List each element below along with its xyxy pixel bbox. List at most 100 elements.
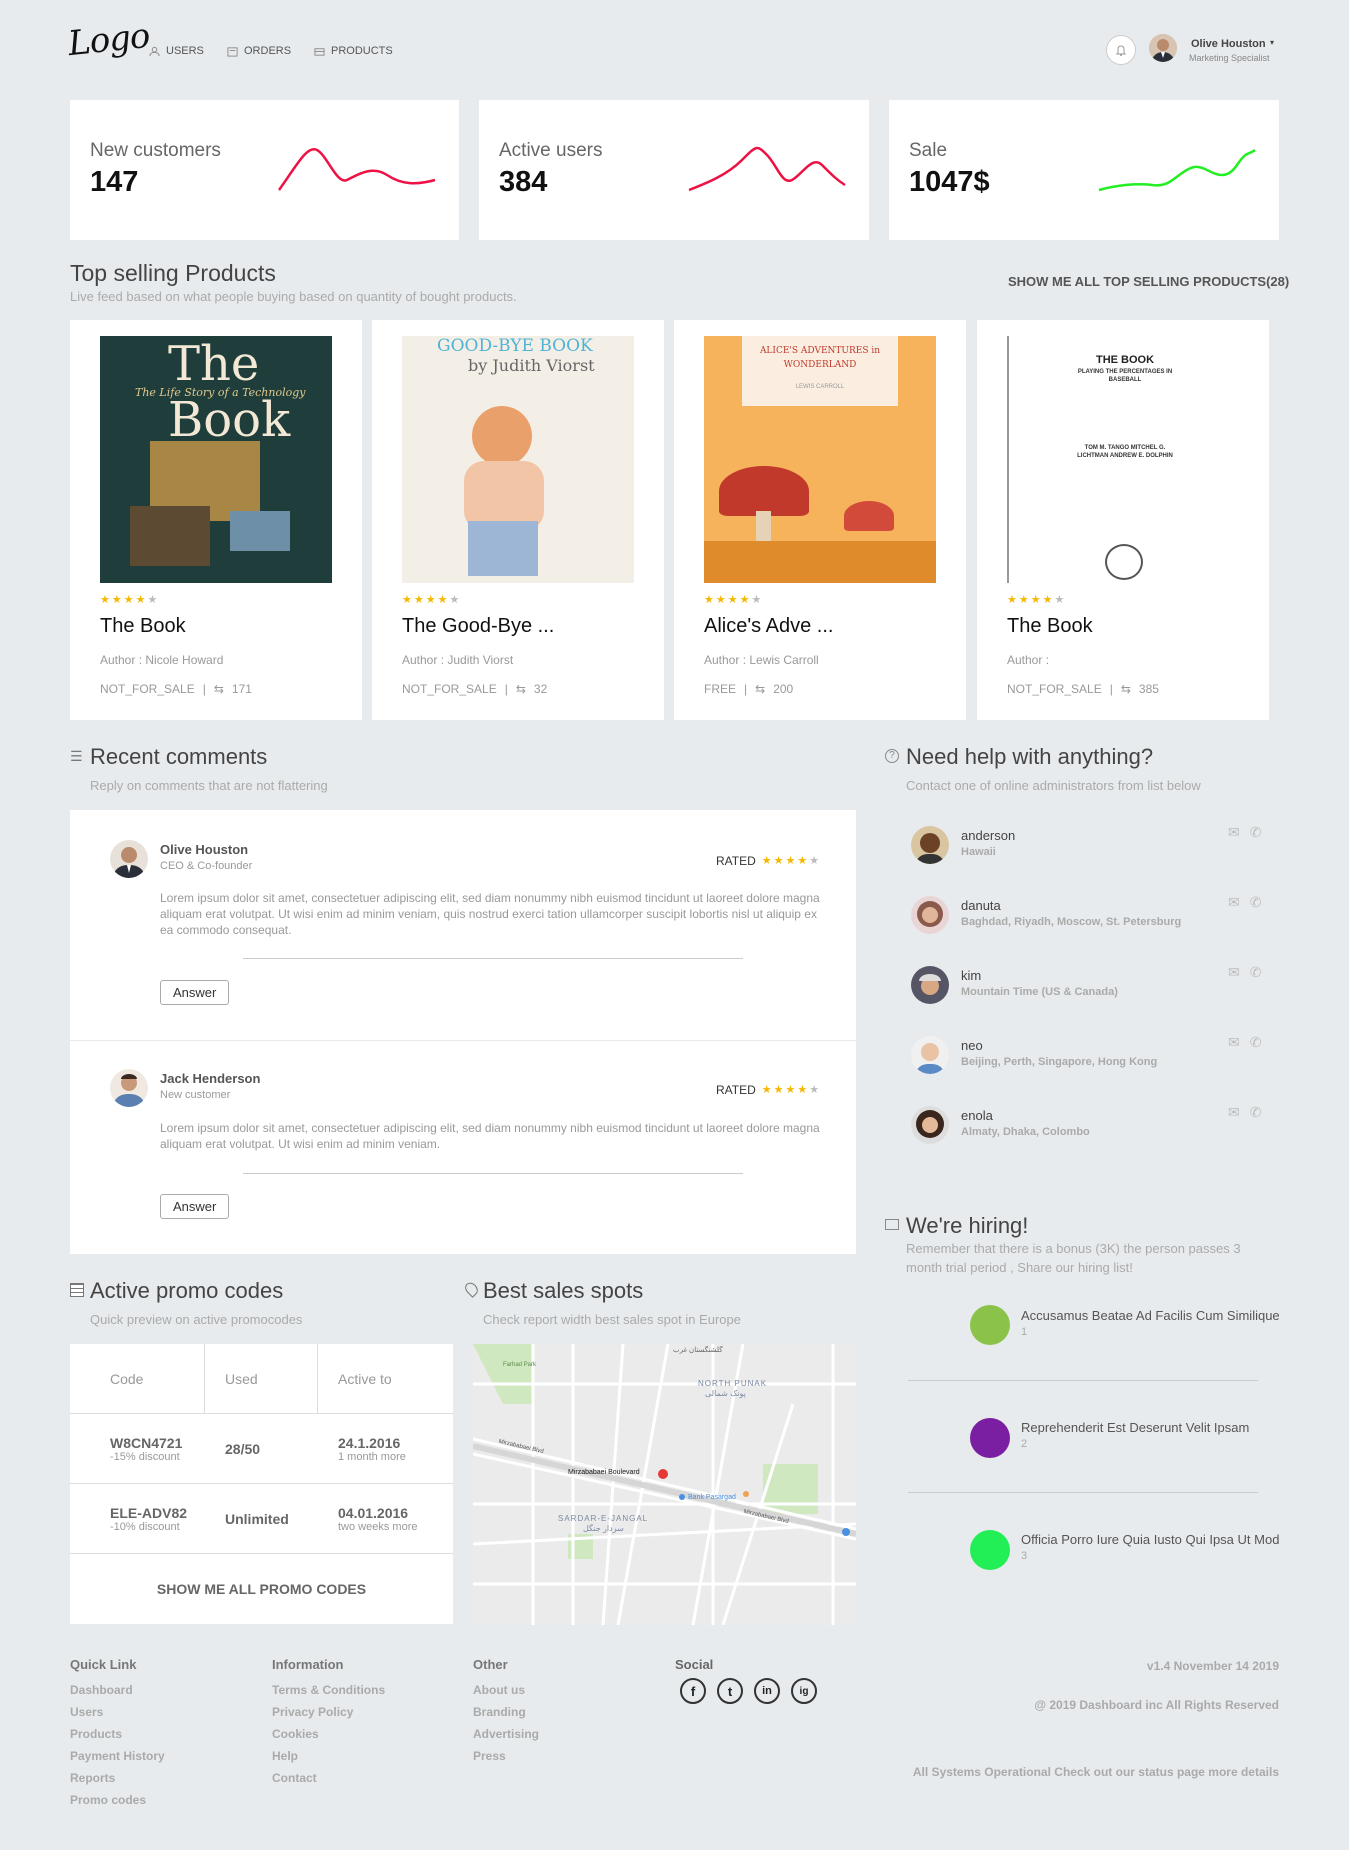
job-title[interactable]: Officia Porro Iure Quia Iusto Qui Ipsa U…	[1021, 1532, 1279, 1547]
product-cover: THE BOOK PLAYING THE PERCENTAGES IN BASE…	[1007, 336, 1239, 583]
show-all-promo-link[interactable]: SHOW ME ALL PROMO CODES	[70, 1554, 453, 1624]
footer-link[interactable]: Dashboard	[70, 1683, 133, 1697]
show-all-products-link[interactable]: SHOW ME ALL TOP SELLING PRODUCTS(28)	[1008, 274, 1289, 289]
rating-stars: ★★★★★	[761, 855, 822, 867]
footer-link[interactable]: Press	[473, 1749, 506, 1763]
column-header: Code	[70, 1344, 205, 1413]
footer-link[interactable]: Terms & Conditions	[272, 1683, 385, 1697]
map-park-label: Farhad Park	[503, 1362, 537, 1368]
table-row[interactable]: ELE-ADV82 -10% discount Unlimited 04.01.2…	[70, 1484, 453, 1554]
product-card[interactable]: THE BOOK PLAYING THE PERCENTAGES IN BASE…	[977, 320, 1269, 720]
nav-orders[interactable]: ORDERS	[227, 45, 291, 57]
promo-discount: -10% discount	[110, 1520, 180, 1533]
cover-art	[844, 501, 894, 531]
stat-label: New customers	[90, 140, 221, 161]
footer-link[interactable]: Products	[70, 1727, 122, 1741]
footer-link[interactable]: Advertising	[473, 1727, 539, 1741]
table-row[interactable]: W8CN4721 -15% discount 28/50 24.1.2016 1 m…	[70, 1414, 453, 1484]
job-title[interactable]: Reprehenderit Est Deserunt Velit Ipsam	[1021, 1420, 1279, 1435]
phone-icon[interactable]: ✆	[1250, 1034, 1262, 1051]
notifications-button[interactable]	[1106, 35, 1136, 65]
rating-stars: ★★★★★	[761, 1084, 822, 1096]
user-avatar[interactable]	[1149, 34, 1177, 62]
mail-icon[interactable]: ✉	[1228, 824, 1240, 841]
comment-text: Lorem ipsum dolor sit amet, consectetuer…	[160, 1121, 820, 1151]
admin-name[interactable]: danuta	[961, 898, 1001, 913]
product-cover: The Book The Life Story of a Technology	[100, 336, 332, 583]
cover-subtitle: The Life Story of a Technology	[135, 386, 306, 399]
avatar[interactable]	[911, 1036, 949, 1074]
avatar[interactable]	[911, 966, 949, 1004]
linkedin-icon[interactable]: in	[754, 1678, 780, 1704]
mail-icon[interactable]: ✉	[1228, 1104, 1240, 1121]
footer-link[interactable]: Promo codes	[70, 1793, 146, 1807]
product-card[interactable]: The Book The Life Story of a Technology …	[70, 320, 362, 720]
sales-icon: ⇆	[755, 682, 766, 696]
top-products-title: Top selling Products	[70, 260, 276, 286]
product-card[interactable]: ALICE'S ADVENTURES in WONDERLAND LEWIS C…	[674, 320, 966, 720]
product-author: Author :	[1007, 653, 1050, 667]
chevron-down-icon[interactable]: ▾	[1270, 38, 1274, 47]
facebook-icon[interactable]: f	[680, 1678, 706, 1704]
comments-title: Recent comments	[90, 744, 268, 769]
avatar[interactable]	[911, 1106, 949, 1144]
product-card[interactable]: GOOD-BYE BOOK by Judith Viorst ★★★★★ The…	[372, 320, 664, 720]
footer-link[interactable]: Reports	[70, 1771, 115, 1785]
nav-users[interactable]: USERS	[149, 45, 204, 57]
job-title[interactable]: Accusamus Beatae Ad Facilis Cum Similiqu…	[1021, 1308, 1279, 1323]
cover-art	[472, 406, 532, 466]
product-title[interactable]: The Good-Bye ...	[402, 615, 554, 638]
admin-name[interactable]: neo	[961, 1038, 983, 1053]
admin-location: Almaty, Dhaka, Colombo	[961, 1126, 1090, 1138]
promo-discount: -15% discount	[110, 1450, 180, 1463]
mail-icon[interactable]: ✉	[1228, 894, 1240, 911]
logo[interactable]: Logo	[66, 16, 151, 64]
cover-authors: TOM M. TANGO MITCHEL G. LICHTMAN ANDREW …	[1077, 445, 1173, 459]
job-icon	[970, 1305, 1010, 1345]
rating-stars: ★★★★★	[100, 594, 160, 606]
footer-link[interactable]: Users	[70, 1705, 103, 1719]
footer-link[interactable]: Cookies	[272, 1727, 319, 1741]
admin-actions: ✉ ✆	[1228, 824, 1261, 841]
footer-link[interactable]: Contact	[272, 1771, 317, 1785]
footer-link[interactable]: Branding	[473, 1705, 526, 1719]
product-title[interactable]: The Book	[1007, 615, 1093, 638]
social-title: Social	[675, 1657, 714, 1672]
footer-status-link[interactable]: All Systems Operational Check out our st…	[913, 1765, 1279, 1779]
product-title[interactable]: Alice's Adve ...	[704, 615, 833, 638]
footer-version: v1.4 November 14 2019	[1146, 1659, 1279, 1673]
footer-link[interactable]: Payment History	[70, 1749, 165, 1763]
avatar[interactable]	[911, 896, 949, 934]
footer-link[interactable]: Privacy Policy	[272, 1705, 353, 1719]
cover-art	[468, 521, 538, 576]
sales-map[interactable]: Mirzababaei Boulevard NORTH PUNAK پونک ش…	[473, 1344, 856, 1625]
product-count: 32	[533, 682, 548, 696]
avatar	[110, 840, 148, 878]
admin-name[interactable]: kim	[961, 968, 981, 983]
user-name[interactable]: Olive Houston	[1191, 38, 1266, 50]
twitter-icon[interactable]: t	[717, 1678, 743, 1704]
phone-icon[interactable]: ✆	[1250, 1104, 1262, 1121]
mail-icon[interactable]: ✉	[1228, 1034, 1240, 1051]
hiring-title: We're hiring!	[906, 1213, 1029, 1238]
answer-button[interactable]: Answer	[160, 980, 230, 1005]
avatar[interactable]	[911, 826, 949, 864]
code-cell: ELE-ADV82 -10% discount	[70, 1505, 205, 1533]
footer-link[interactable]: Help	[272, 1749, 298, 1763]
nav-products[interactable]: PRODUCTS	[314, 45, 393, 57]
mail-icon[interactable]: ✉	[1228, 964, 1240, 981]
orders-icon	[227, 46, 238, 57]
phone-icon[interactable]: ✆	[1250, 894, 1262, 911]
help-icon: ?	[885, 749, 899, 763]
phone-icon[interactable]: ✆	[1250, 964, 1262, 981]
product-title[interactable]: The Book	[100, 615, 186, 638]
admin-name[interactable]: enola	[961, 1108, 993, 1123]
footer-link[interactable]: About us	[473, 1683, 525, 1697]
phone-icon[interactable]: ✆	[1250, 824, 1262, 841]
answer-button[interactable]: Answer	[160, 1194, 230, 1219]
product-status: FREE	[704, 682, 737, 696]
product-author: Author : Nicole Howard	[100, 653, 224, 667]
divider	[243, 958, 743, 959]
admin-name[interactable]: anderson	[961, 828, 1015, 843]
instagram-icon[interactable]: ig	[791, 1678, 817, 1704]
